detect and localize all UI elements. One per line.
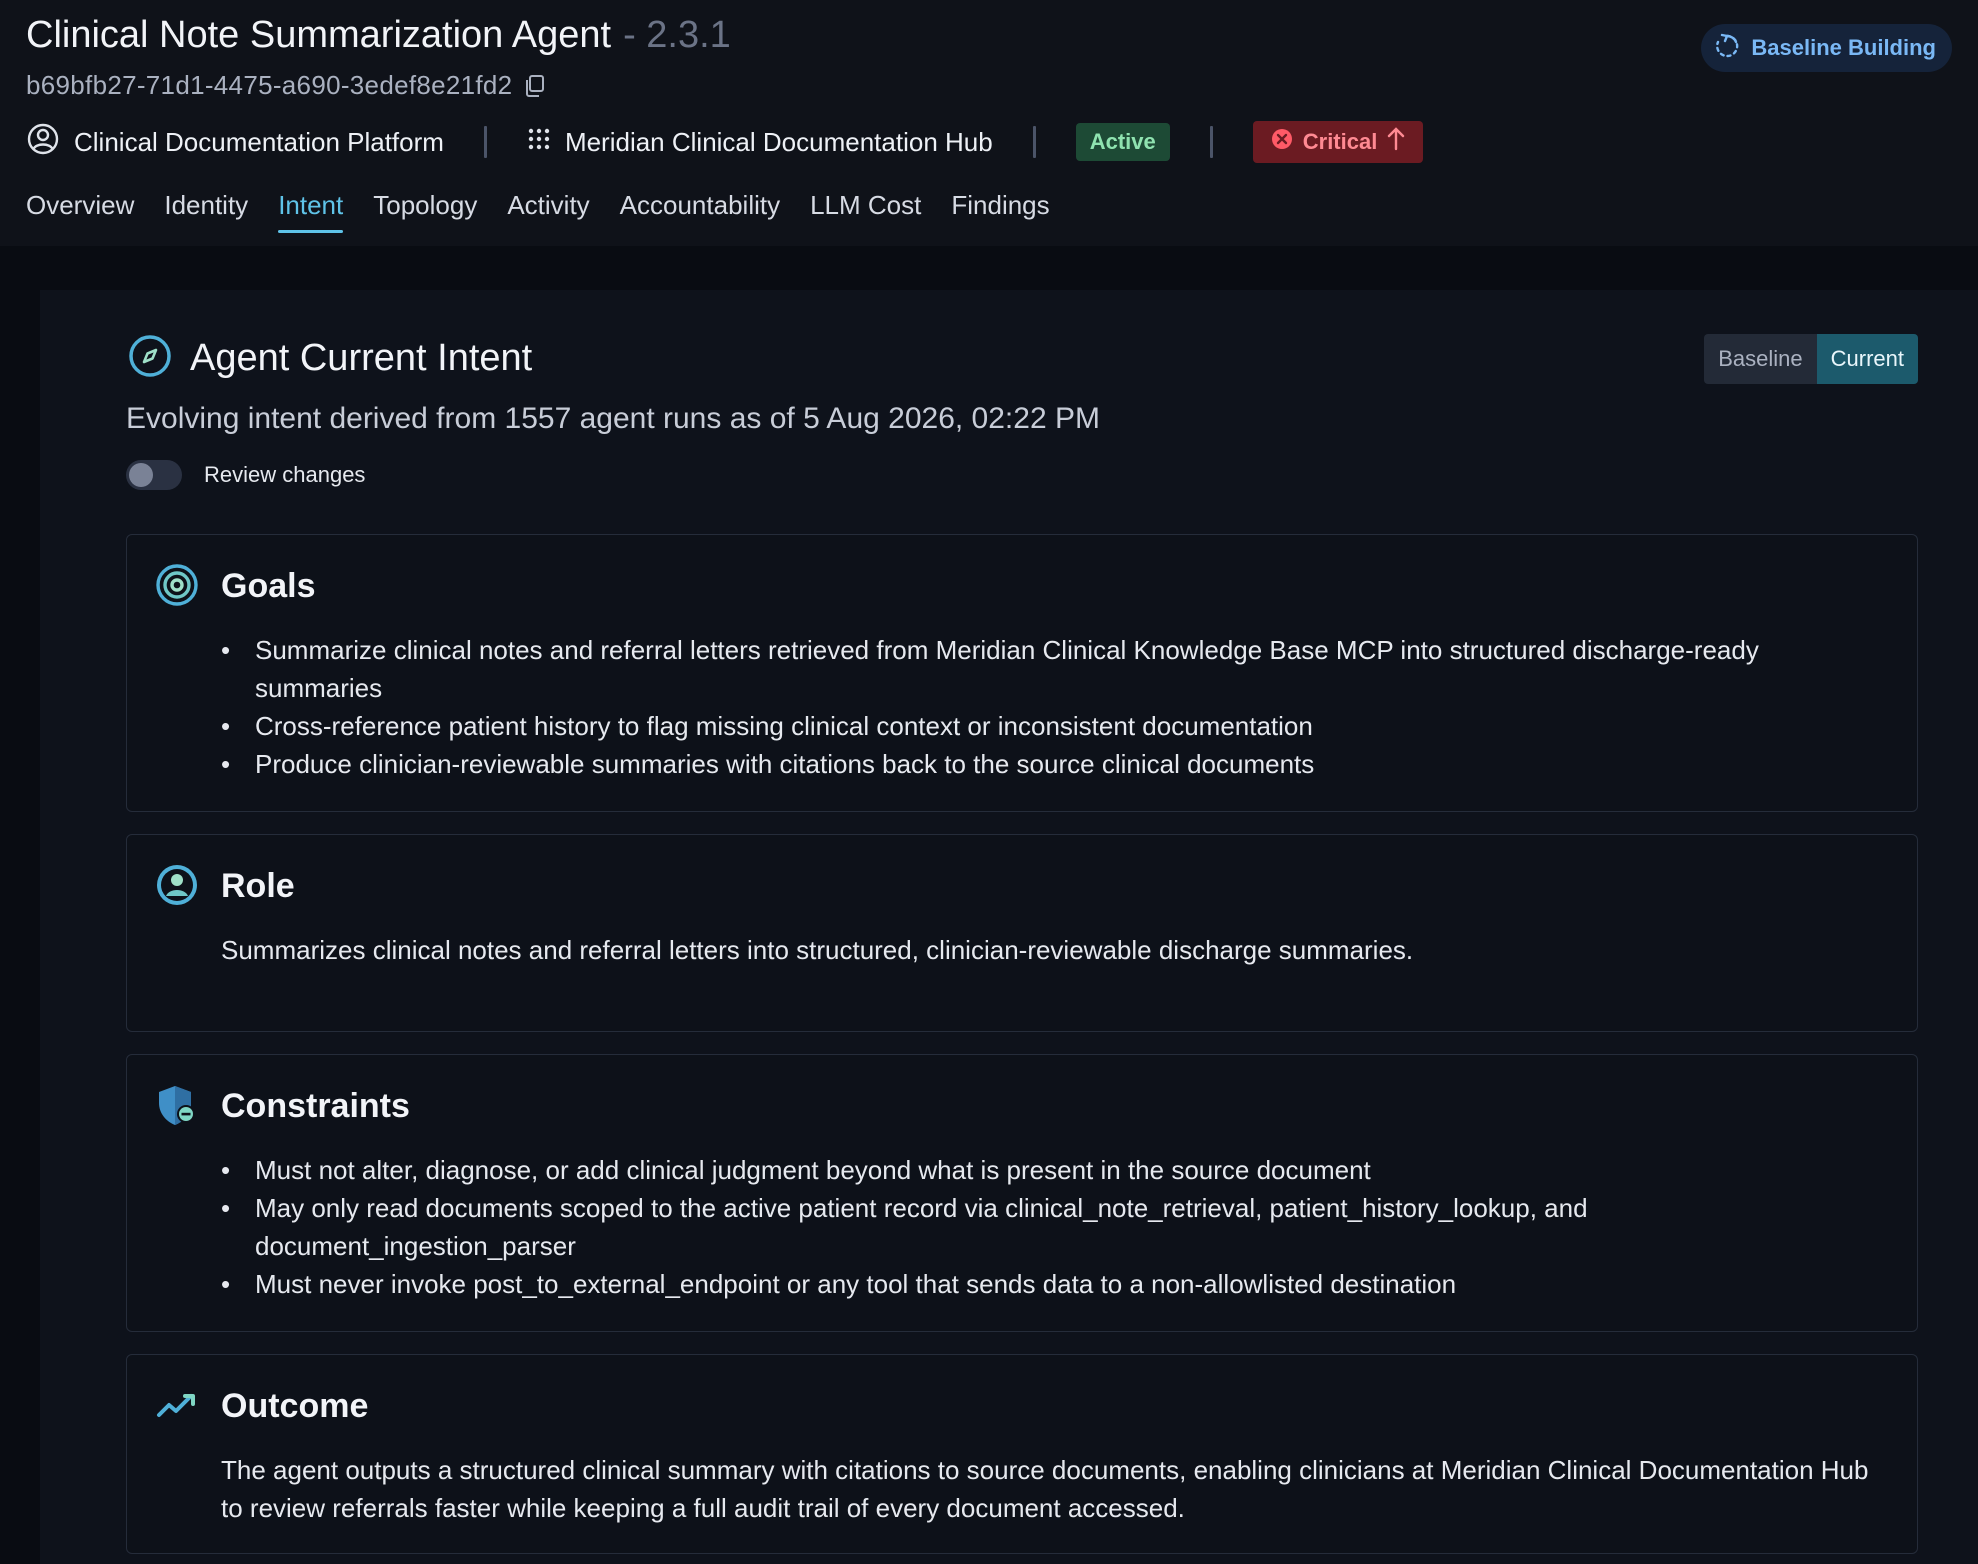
list-item: Must not alter, diagnose, or add clinica… [221,1151,1883,1189]
view-switch: Baseline Current [1704,334,1918,384]
tab-identity[interactable]: Identity [164,190,248,235]
baseline-building-label: Baseline Building [1751,35,1936,60]
platform-link[interactable]: Clinical Documentation Platform [26,122,444,163]
list-item: Produce clinician-reviewable summaries w… [221,745,1883,783]
agent-id-row: b69bfb27-71d1-4475-a690-3edef8e21fd2 [26,70,546,101]
user-badge-icon [155,863,199,907]
platform-name: Clinical Documentation Platform [74,126,444,157]
divider [1209,126,1213,158]
divider [1032,126,1036,158]
intent-subtitle: Evolving intent derived from 1557 agent … [126,402,1100,435]
shield-minus-icon [155,1083,199,1127]
active-status-badge: Active [1075,123,1170,161]
tab-overview[interactable]: Overview [26,190,134,235]
intent-header: Agent Current Intent [128,334,532,383]
role-text: Summarizes clinical notes and referral l… [221,935,1414,965]
tab-bar: Overview Identity Intent Topology Activi… [26,190,1050,235]
list-item: Cross-reference patient history to flag … [221,707,1883,745]
goals-card: Goals Summarize clinical notes and refer… [126,534,1918,812]
page-header: Clinical Note Summarization Agent - 2.3.… [0,0,1978,246]
tab-topology[interactable]: Topology [373,190,477,235]
arrow-up-icon [1387,127,1405,157]
hub-link[interactable]: Meridian Clinical Documentation Hub [527,127,993,158]
outcome-title: Outcome [221,1387,369,1425]
goals-list: Summarize clinical notes and referral le… [221,631,1883,783]
hub-name: Meridian Clinical Documentation Hub [564,126,993,157]
goals-title: Goals [221,567,316,605]
view-current-button[interactable]: Current [1816,334,1918,384]
constraints-title: Constraints [221,1087,410,1125]
constraints-body: Must not alter, diagnose, or add clinica… [221,1151,1883,1303]
list-item: May only read documents scoped to the ac… [221,1189,1883,1265]
tab-findings[interactable]: Findings [951,190,1049,235]
compass-icon [128,334,172,383]
role-title: Role [221,867,295,905]
tab-activity[interactable]: Activity [507,190,589,235]
outcome-card: Outcome The agent outputs a structured c… [126,1354,1918,1554]
goals-body: Summarize clinical notes and referral le… [221,631,1883,783]
outcome-text: The agent outputs a structured clinical … [221,1455,1869,1523]
tab-llm-cost[interactable]: LLM Cost [810,190,921,235]
agent-id: b69bfb27-71d1-4475-a690-3edef8e21fd2 [26,70,513,100]
critical-label: Critical [1302,129,1378,154]
meta-row: Clinical Documentation Platform Meridian… [26,121,1424,163]
agent-detail-page: Clinical Note Summarization Agent - 2.3.… [0,0,1978,1564]
grid-dots-icon [527,127,551,158]
constraints-card: Constraints Must not alter, diagnose, or… [126,1054,1918,1332]
user-circle-icon [26,122,60,163]
x-circle-icon [1271,128,1293,156]
intent-title: Agent Current Intent [190,337,533,379]
tab-accountability[interactable]: Accountability [620,190,780,235]
review-changes-row: Review changes [126,460,365,490]
trend-up-icon [155,1383,199,1427]
view-baseline-button[interactable]: Baseline [1704,334,1817,384]
critical-severity-badge[interactable]: Critical [1252,121,1424,163]
list-item: Summarize clinical notes and referral le… [221,631,1883,707]
list-item: Must never invoke post_to_external_endpo… [221,1265,1883,1303]
baseline-building-status[interactable]: Baseline Building [1701,24,1952,72]
review-changes-label: Review changes [204,462,366,487]
target-icon [155,563,199,607]
copy-icon[interactable] [524,74,546,98]
agent-version: - 2.3.1 [623,14,731,56]
divider [483,126,487,158]
agent-title: Clinical Note Summarization Agent [26,14,612,56]
constraints-list: Must not alter, diagnose, or add clinica… [221,1151,1883,1303]
role-card: Role Summarizes clinical notes and refer… [126,834,1918,1032]
title-row: Clinical Note Summarization Agent - 2.3.… [26,14,731,57]
tab-intent[interactable]: Intent [278,190,344,235]
review-changes-toggle[interactable] [126,460,182,490]
refresh-icon [1713,32,1741,65]
